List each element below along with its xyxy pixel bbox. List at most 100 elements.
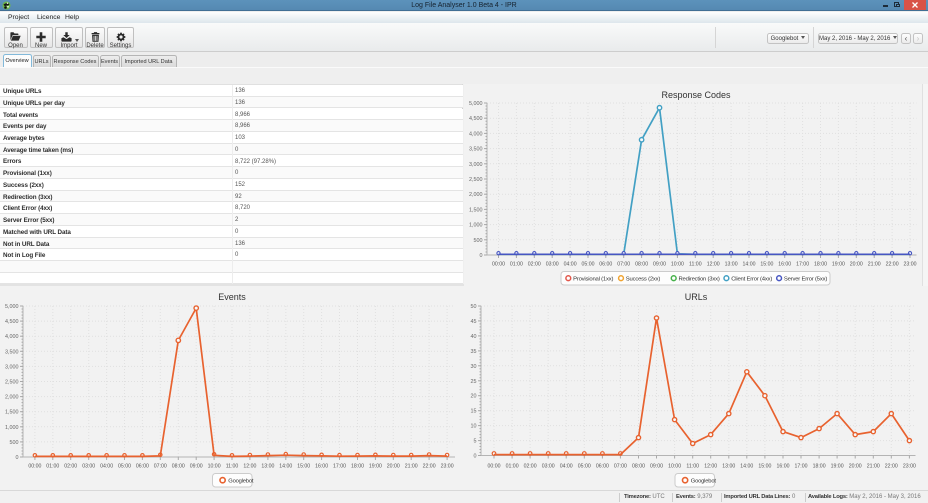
svg-text:06:00: 06:00 (136, 463, 149, 469)
svg-text:09:00: 09:00 (190, 463, 203, 469)
svg-text:04:00: 04:00 (564, 261, 577, 267)
svg-text:12:00: 12:00 (704, 463, 717, 469)
svg-text:10: 10 (471, 424, 477, 430)
svg-text:04:00: 04:00 (560, 463, 573, 469)
svg-text:18:00: 18:00 (813, 463, 826, 469)
svg-text:0: 0 (474, 454, 477, 460)
svg-text:05:00: 05:00 (118, 463, 131, 469)
svg-text:16:00: 16:00 (777, 463, 790, 469)
svg-text:1,500: 1,500 (469, 207, 483, 213)
svg-text:02:00: 02:00 (528, 261, 541, 267)
svg-text:3,000: 3,000 (469, 162, 483, 168)
svg-text:14:00: 14:00 (740, 463, 753, 469)
svg-text:21:00: 21:00 (868, 261, 881, 267)
svg-text:20:00: 20:00 (850, 261, 863, 267)
svg-text:23:00: 23:00 (904, 261, 917, 267)
svg-text:16:00: 16:00 (778, 261, 791, 267)
svg-text:1,500: 1,500 (5, 410, 19, 416)
svg-text:11:00: 11:00 (686, 463, 699, 469)
svg-text:22:00: 22:00 (885, 463, 898, 469)
svg-text:4,500: 4,500 (5, 319, 19, 325)
svg-text:15:00: 15:00 (297, 463, 310, 469)
svg-text:Googlebot: Googlebot (691, 479, 717, 485)
svg-text:10:00: 10:00 (208, 463, 221, 469)
svg-text:3,500: 3,500 (469, 147, 483, 153)
svg-text:15:00: 15:00 (760, 261, 773, 267)
svg-text:3,000: 3,000 (5, 364, 19, 370)
svg-text:01:00: 01:00 (46, 463, 59, 469)
svg-text:11:00: 11:00 (226, 463, 239, 469)
svg-text:5,000: 5,000 (5, 304, 19, 310)
svg-text:13:00: 13:00 (261, 463, 274, 469)
svg-text:08:00: 08:00 (635, 261, 648, 267)
svg-text:08:00: 08:00 (632, 463, 645, 469)
svg-text:03:00: 03:00 (546, 261, 559, 267)
svg-text:23:00: 23:00 (441, 463, 454, 469)
svg-text:40: 40 (471, 334, 477, 340)
svg-text:07:00: 07:00 (617, 261, 630, 267)
svg-text:19:00: 19:00 (369, 463, 382, 469)
svg-text:35: 35 (471, 349, 477, 355)
svg-text:500: 500 (474, 238, 483, 244)
svg-text:06:00: 06:00 (596, 463, 609, 469)
svg-text:2,000: 2,000 (5, 395, 19, 401)
svg-text:Server Error (5xx): Server Error (5xx) (784, 276, 827, 282)
svg-text:13:00: 13:00 (725, 261, 738, 267)
svg-text:Googlebot: Googlebot (228, 479, 254, 485)
svg-text:17:00: 17:00 (796, 261, 809, 267)
svg-text:01:00: 01:00 (506, 463, 519, 469)
svg-text:16:00: 16:00 (315, 463, 328, 469)
svg-text:25: 25 (471, 379, 477, 385)
svg-text:Success (2xx): Success (2xx) (626, 276, 661, 282)
svg-text:19:00: 19:00 (832, 261, 845, 267)
svg-text:4,500: 4,500 (469, 116, 483, 122)
svg-text:50: 50 (471, 304, 477, 310)
svg-text:02:00: 02:00 (64, 463, 77, 469)
svg-text:04:00: 04:00 (100, 463, 113, 469)
svg-text:07:00: 07:00 (614, 463, 627, 469)
svg-text:0: 0 (16, 455, 19, 461)
svg-text:5: 5 (474, 439, 477, 445)
svg-text:2,500: 2,500 (469, 177, 483, 183)
svg-text:500: 500 (10, 440, 19, 446)
svg-text:02:00: 02:00 (524, 463, 537, 469)
svg-text:20:00: 20:00 (387, 463, 400, 469)
svg-text:0: 0 (480, 253, 483, 259)
svg-text:09:00: 09:00 (650, 463, 663, 469)
svg-text:21:00: 21:00 (867, 463, 880, 469)
svg-text:2,000: 2,000 (469, 192, 483, 198)
svg-text:12:00: 12:00 (243, 463, 256, 469)
svg-text:18:00: 18:00 (351, 463, 364, 469)
svg-text:2,500: 2,500 (5, 380, 19, 386)
svg-text:06:00: 06:00 (599, 261, 612, 267)
svg-text:23:00: 23:00 (903, 463, 916, 469)
svg-text:22:00: 22:00 (886, 261, 899, 267)
svg-text:13:00: 13:00 (722, 463, 735, 469)
svg-text:20: 20 (471, 394, 477, 400)
svg-text:01:00: 01:00 (510, 261, 523, 267)
svg-text:30: 30 (471, 364, 477, 370)
svg-text:15: 15 (471, 409, 477, 415)
svg-text:15:00: 15:00 (758, 463, 771, 469)
svg-text:Events: Events (218, 292, 246, 302)
svg-text:00:00: 00:00 (488, 463, 501, 469)
svg-text:20:00: 20:00 (849, 463, 862, 469)
svg-text:URLs: URLs (685, 292, 708, 302)
svg-text:11:00: 11:00 (689, 261, 702, 267)
svg-text:17:00: 17:00 (795, 463, 808, 469)
svg-text:4,000: 4,000 (5, 334, 19, 340)
svg-text:1,000: 1,000 (469, 223, 483, 229)
svg-text:Response Codes: Response Codes (661, 90, 731, 100)
svg-text:14:00: 14:00 (743, 261, 756, 267)
svg-text:03:00: 03:00 (542, 463, 555, 469)
svg-text:Redirection (3xx): Redirection (3xx) (679, 276, 720, 282)
svg-text:45: 45 (471, 319, 477, 325)
svg-text:00:00: 00:00 (28, 463, 41, 469)
svg-text:17:00: 17:00 (333, 463, 346, 469)
svg-text:14:00: 14:00 (279, 463, 292, 469)
svg-text:22:00: 22:00 (423, 463, 436, 469)
svg-text:Provisional (1xx): Provisional (1xx) (573, 276, 613, 282)
svg-text:03:00: 03:00 (82, 463, 95, 469)
svg-text:00:00: 00:00 (492, 261, 505, 267)
svg-text:4,000: 4,000 (469, 131, 483, 137)
